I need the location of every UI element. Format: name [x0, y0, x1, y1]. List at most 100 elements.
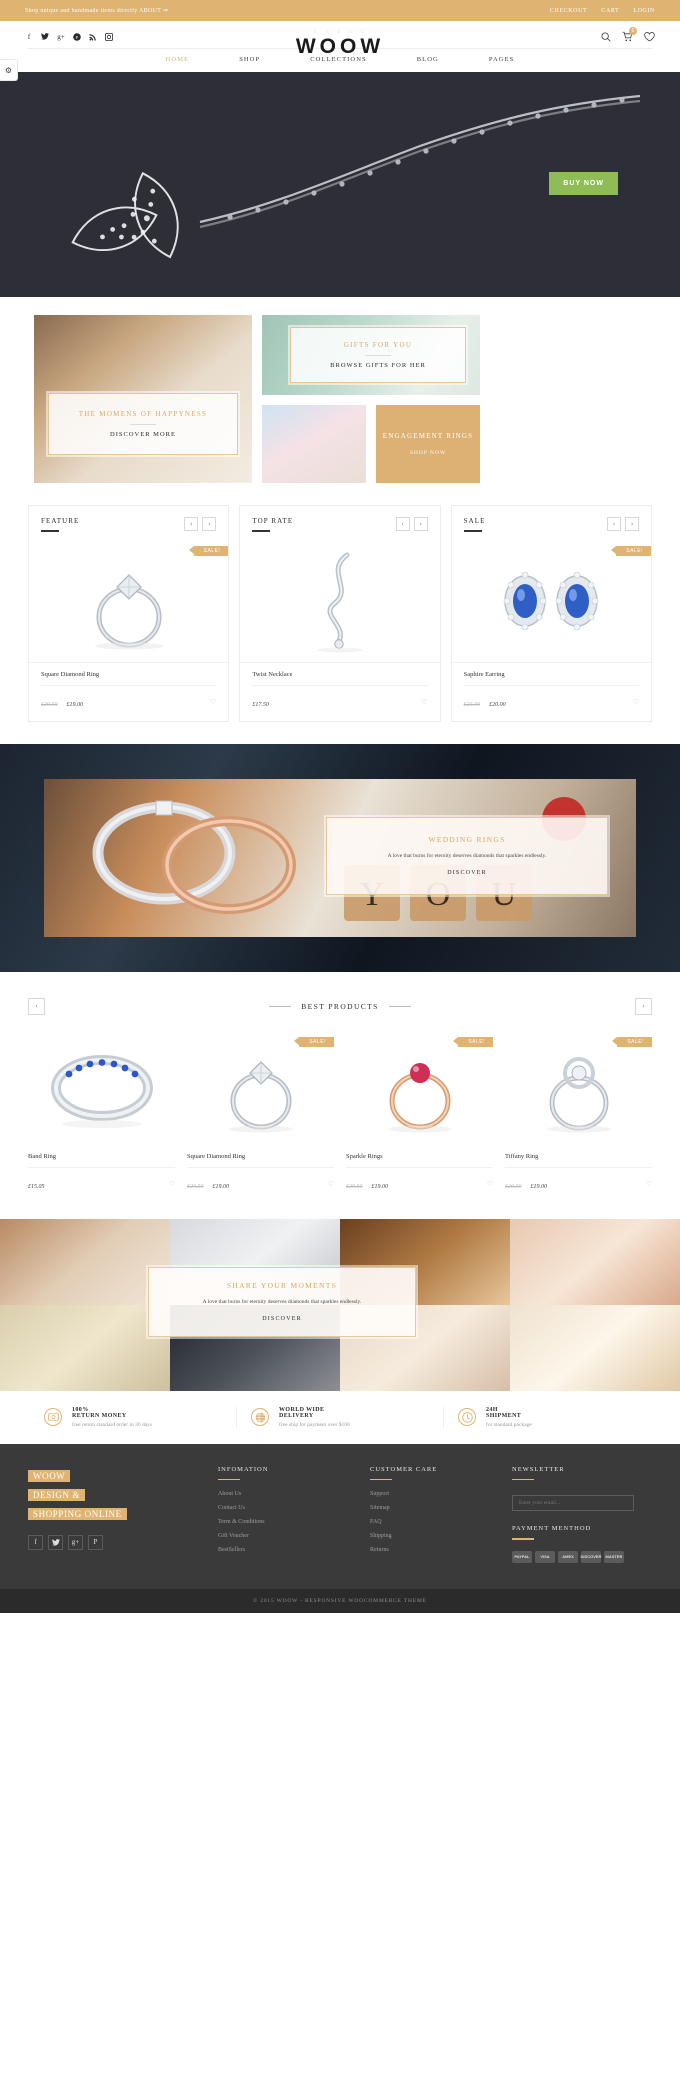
product-name[interactable]: Square Diamond Ring: [41, 671, 217, 686]
best-products-title: BEST PRODUCTS: [301, 1001, 379, 1011]
footer-link-bestsellers[interactable]: BestSellers: [218, 1547, 348, 1553]
rss-icon[interactable]: [89, 33, 97, 41]
price-old: £20.50: [187, 1183, 204, 1190]
footer-link-about-us[interactable]: About Us: [218, 1491, 348, 1497]
promo-happyness-link[interactable]: DISCOVER MORE: [110, 431, 176, 438]
twitter-icon[interactable]: [48, 1534, 63, 1550]
visa-icon: VISA: [535, 1550, 555, 1563]
product-price-row: £17.50 ♡: [252, 686, 427, 711]
best-products-next-button[interactable]: ›: [634, 997, 652, 1015]
wishlist-icon[interactable]: [644, 31, 655, 42]
service-text-block: WORLD WIDE DELIVERY free ship for paymen…: [279, 1407, 350, 1428]
carousel-next-button[interactable]: ›: [624, 517, 639, 531]
mosaic-cell[interactable]: [0, 1304, 170, 1391]
wishlist-icon[interactable]: ♡: [646, 1180, 652, 1188]
footer-column-title: CUSTOMER CARE: [370, 1465, 438, 1473]
best-product-card[interactable]: SALE! Sparkle Rings £20.50 £19.00 ♡: [346, 1031, 493, 1193]
nav-item-pages[interactable]: PAGES: [489, 56, 515, 63]
service-description: free ship for payment over $100: [279, 1421, 350, 1428]
google-plus-icon[interactable]: g+: [57, 33, 65, 41]
promo-tile-engagement[interactable]: ENGAGEMENT RINGS SHOP NOW: [376, 405, 480, 483]
carousel-feature-product-image[interactable]: SALE!: [29, 540, 229, 662]
pinterest-icon[interactable]: P: [88, 1534, 103, 1550]
promo-gifts-link[interactable]: BROWSE GIFTS FOR HER: [330, 362, 426, 369]
twitter-icon[interactable]: [41, 33, 49, 41]
price-old: £20.50: [346, 1183, 363, 1190]
best-product-card[interactable]: SALE! Tiffany Ring £20.50 £19.00 ♡: [505, 1031, 652, 1193]
carousel-prev-button[interactable]: ‹: [395, 517, 410, 531]
newsletter-title: NEWSLETTER: [512, 1465, 565, 1473]
footer-link-terms[interactable]: Term & Conditions: [218, 1519, 348, 1525]
topbar-link-cart[interactable]: CART: [601, 8, 619, 14]
promo-happyness-title: THE MOMENS OF HAPPYNESS: [78, 410, 208, 418]
best-products-title-wrap: BEST PRODUCTS: [269, 1001, 411, 1011]
facebook-icon[interactable]: f: [25, 33, 33, 41]
wishlist-icon[interactable]: ♡: [487, 1180, 493, 1188]
best-product-meta: Band Ring £15.05 ♡: [28, 1153, 175, 1193]
settings-panel-toggle[interactable]: ⚙: [0, 59, 18, 81]
nav-item-shop[interactable]: SHOP: [239, 56, 260, 63]
best-product-image[interactable]: [28, 1031, 175, 1143]
newsletter-email-input[interactable]: [512, 1495, 634, 1511]
footer-link-contact-us[interactable]: Contact Us: [218, 1505, 348, 1511]
price-old: £20.50: [41, 701, 58, 708]
wishlist-icon[interactable]: ♡: [421, 698, 427, 706]
best-product-image[interactable]: SALE!: [187, 1031, 334, 1143]
carousel-prev-button[interactable]: ‹: [606, 517, 621, 531]
wedding-rings-subtitle: A love that burns for eternity deserves …: [387, 853, 547, 859]
google-plus-icon[interactable]: g+: [68, 1534, 83, 1550]
carousel-next-button[interactable]: ›: [413, 517, 428, 531]
footer-link-support[interactable]: Support: [370, 1491, 490, 1497]
clock-icon: [458, 1408, 476, 1426]
mosaic-cell[interactable]: [510, 1218, 680, 1305]
wishlist-icon[interactable]: ♡: [328, 1180, 334, 1188]
best-product-image[interactable]: SALE!: [346, 1031, 493, 1143]
carousel-next-button[interactable]: ›: [202, 517, 217, 531]
search-icon[interactable]: [600, 31, 611, 42]
footer-link-shipping[interactable]: Shipping: [370, 1533, 490, 1539]
mosaic-cell[interactable]: [510, 1304, 680, 1391]
instagram-icon[interactable]: [105, 32, 113, 41]
mastercard-icon: MASTER: [604, 1550, 624, 1563]
footer-link-gift-voucher[interactable]: Gift Voucher: [218, 1533, 348, 1539]
product-name[interactable]: Sparkle Rings: [346, 1153, 493, 1168]
facebook-icon[interactable]: f: [28, 1534, 43, 1550]
promo-tile-ring-image[interactable]: [262, 405, 366, 483]
product-name[interactable]: Square Diamond Ring: [187, 1153, 334, 1168]
carousel-prev-button[interactable]: ‹: [184, 517, 199, 531]
footer-link-faq[interactable]: FAQ: [370, 1519, 490, 1525]
promo-tile-happyness[interactable]: THE MOMENS OF HAPPYNESS DISCOVER MORE: [34, 315, 252, 483]
promo-right-column: GIFTS FOR YOU BROWSE GIFTS FOR HER ENGAG…: [262, 315, 480, 483]
cart-icon[interactable]: 0: [622, 27, 637, 42]
topbar-link-checkout[interactable]: CHECKOUT: [550, 8, 587, 14]
carousel-sale-header: SALE ‹ ›: [452, 506, 651, 532]
best-products-prev-button[interactable]: ‹: [28, 997, 45, 1015]
best-product-image[interactable]: SALE!: [505, 1031, 652, 1143]
footer-link-returns[interactable]: Returns: [370, 1547, 490, 1553]
title-underline: [252, 530, 271, 532]
carousel-top-rate-product-image[interactable]: [240, 540, 439, 662]
topbar-link-login[interactable]: LOGIN: [633, 8, 655, 14]
nav-item-home[interactable]: HOME: [166, 56, 190, 63]
promo-engagement-link[interactable]: SHOP NOW: [410, 450, 446, 456]
promo-tile-gifts[interactable]: GIFTS FOR YOU BROWSE GIFTS FOR HER: [262, 315, 480, 395]
best-product-card[interactable]: Band Ring £15.05 ♡: [28, 1031, 175, 1193]
footer-link-sitemap[interactable]: Sitemap: [370, 1505, 490, 1511]
wishlist-icon[interactable]: ♡: [210, 698, 216, 706]
mosaic-discover-button[interactable]: DISCOVER: [262, 1316, 302, 1322]
best-product-card[interactable]: SALE! Square Diamond Ring £20.50 £19.00 …: [187, 1031, 334, 1193]
product-name[interactable]: Twist Necklace: [252, 671, 428, 686]
carousel-top-rate-arrows: ‹ ›: [395, 517, 428, 531]
nav-item-blog[interactable]: BLOG: [417, 56, 439, 63]
hero-buy-now-button[interactable]: BUY NOW: [549, 172, 618, 195]
mosaic-cell[interactable]: [0, 1218, 170, 1305]
carousel-sale-product-image[interactable]: SALE!: [452, 540, 651, 662]
product-name[interactable]: Tiffany Ring: [505, 1153, 652, 1168]
pinterest-icon[interactable]: P: [73, 32, 81, 41]
wishlist-icon[interactable]: ♡: [169, 1180, 175, 1188]
wishlist-icon[interactable]: ♡: [633, 698, 639, 706]
nav-item-collections[interactable]: COLLECTIONS: [310, 56, 367, 63]
product-name[interactable]: Saphire Earring: [463, 671, 639, 686]
wedding-rings-discover-button[interactable]: DISCOVER: [447, 870, 487, 876]
product-name[interactable]: Band Ring: [28, 1153, 175, 1168]
